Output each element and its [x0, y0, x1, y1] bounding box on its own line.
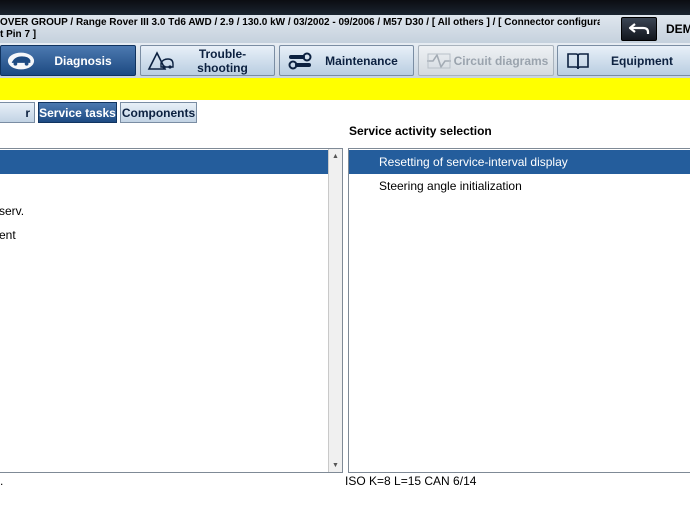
service-activity-list[interactable]: Resetting of service-interval display St… [348, 148, 690, 473]
status-left-mark: . [0, 474, 4, 488]
message-bar [0, 78, 690, 100]
list-item-steering-angle-init[interactable]: Steering angle initialization [349, 174, 690, 198]
tab-circuit-diagrams[interactable]: Circuit diagrams [418, 45, 554, 76]
list-item[interactable] [0, 150, 330, 174]
tab-trouble-shooting[interactable]: Trouble-shooting [140, 45, 275, 76]
tab-trouble-shooting-label: Trouble-shooting [197, 46, 248, 75]
back-button[interactable] [621, 17, 657, 41]
wrench-icon [286, 50, 314, 72]
list-item[interactable]: ent [0, 223, 330, 247]
list-item-label: Steering angle initialization [379, 179, 522, 193]
vehicle-info-line-2: t Pin 7 ] [0, 29, 37, 40]
tab-equipment-label: Equipment [611, 53, 673, 68]
warning-car-icon [147, 50, 175, 72]
subtab-partial-label: r [25, 105, 30, 120]
tab-maintenance[interactable]: Maintenance [279, 45, 414, 76]
user-label: DEM [666, 22, 690, 36]
subtab-service-tasks-label: Service tasks [39, 105, 116, 120]
tab-maintenance-label: Maintenance [325, 53, 398, 68]
back-arrow-icon [628, 23, 650, 34]
list-item[interactable]: serv. [0, 199, 330, 223]
book-icon [564, 50, 592, 72]
tab-equipment[interactable]: Equipment [557, 45, 690, 76]
vehicle-info-line-1: OVER GROUP / Range Rover III 3.0 Td6 AWD… [0, 17, 600, 28]
subtab-partial[interactable]: r [0, 102, 35, 123]
list-item-label: Resetting of service-interval display [379, 155, 568, 169]
left-panel-scrollbar[interactable]: ▲ ▼ [328, 149, 342, 472]
window-top-strip [0, 0, 690, 15]
subtab-components[interactable]: Components [120, 102, 197, 123]
circuit-icon [425, 50, 453, 72]
service-activity-title: Service activity selection [349, 124, 492, 138]
car-icon [7, 50, 35, 72]
list-item-label: serv. [0, 204, 25, 218]
protocol-status: ISO K=8 L=15 CAN 6/14 [345, 474, 477, 488]
list-item-resetting-service-interval[interactable]: Resetting of service-interval display [349, 150, 690, 174]
tab-circuit-diagrams-label: Circuit diagrams [453, 53, 549, 68]
vehicle-info-text: OVER GROUP / Range Rover III 3.0 Td6 AWD… [0, 17, 600, 41]
tab-diagnosis[interactable]: Diagnosis [0, 45, 136, 76]
tab-diagnosis-label: Diagnosis [54, 53, 112, 68]
vehicle-info-header: OVER GROUP / Range Rover III 3.0 Td6 AWD… [0, 15, 690, 43]
main-nav-bar: Diagnosis Trouble-shooting Maintenance C… [0, 43, 690, 78]
subtab-components-label: Components [121, 105, 196, 120]
scroll-up-arrow-icon[interactable]: ▲ [329, 149, 342, 163]
subtab-service-tasks[interactable]: Service tasks [38, 102, 117, 123]
scroll-down-arrow-icon[interactable]: ▼ [329, 458, 342, 472]
left-list-panel[interactable]: serv. ent ▲ ▼ [0, 148, 343, 473]
list-item-label: ent [0, 228, 16, 242]
